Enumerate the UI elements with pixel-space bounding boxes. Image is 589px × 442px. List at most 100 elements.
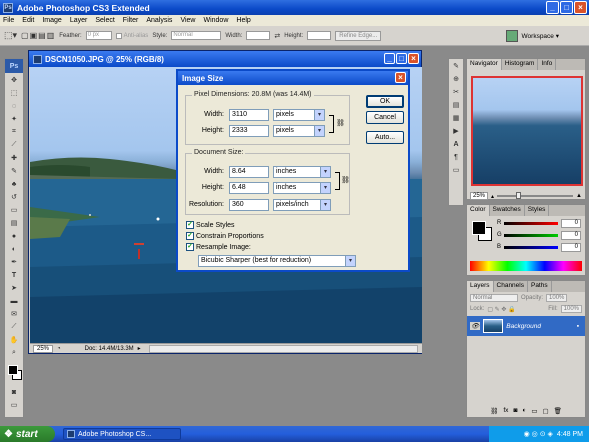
selection-mode-icons[interactable]: ▢▣▤▥	[21, 31, 55, 40]
px-height-input[interactable]: 2333	[229, 125, 269, 137]
menu-layer[interactable]: Layer	[70, 17, 88, 24]
tab-info[interactable]: Info	[538, 59, 557, 70]
constrain-proportions-checkbox[interactable]: ✓ Constrain Proportions	[186, 232, 264, 240]
tab-layers[interactable]: Layers	[467, 281, 494, 292]
status-info-icon[interactable]: ◔	[57, 346, 61, 352]
fill-value[interactable]: 100%	[560, 305, 582, 313]
taskbar-photoshop-item[interactable]: Adobe Photoshop CS...	[63, 428, 181, 440]
feather-input[interactable]: 0 px	[85, 31, 112, 40]
ok-button[interactable]: OK	[366, 95, 404, 108]
menu-file[interactable]: File	[3, 17, 14, 24]
brush-tool-icon[interactable]: ✎	[7, 165, 21, 177]
px-width-input[interactable]: 3110	[229, 109, 269, 121]
marquee-tool-icon[interactable]: ⬚▾	[4, 30, 17, 41]
healing-brush-icon[interactable]: ✚	[7, 152, 21, 164]
resolution-unit-select[interactable]: pixels/inch ▾	[273, 199, 331, 211]
notes-tool-icon[interactable]: ✉	[7, 308, 21, 320]
shape-tool-icon[interactable]: ▬	[7, 295, 21, 307]
tab-histogram[interactable]: Histogram	[502, 59, 539, 70]
px-height-unit-select[interactable]: pixels ▾	[273, 125, 325, 137]
doc-width-unit-select[interactable]: inches ▾	[273, 166, 331, 178]
type-tool-icon[interactable]: T	[7, 269, 21, 281]
new-group-icon[interactable]: ▭	[531, 407, 537, 415]
eraser-tool-icon[interactable]: ▭	[7, 204, 21, 216]
crop-tool-icon[interactable]: ⌗	[7, 126, 21, 138]
auto-button[interactable]: Auto...	[366, 131, 404, 144]
doc-height-unit-select[interactable]: inches ▾	[273, 182, 331, 194]
doc-close-button[interactable]: ×	[408, 53, 419, 64]
actions-panel-icon[interactable]: ▶	[449, 125, 463, 137]
menu-edit[interactable]: Edit	[22, 17, 34, 24]
pen-tool-icon[interactable]: ✒	[7, 256, 21, 268]
stamp-tool-icon[interactable]: ♣	[7, 178, 21, 190]
g-slider[interactable]	[504, 234, 558, 237]
trash-icon[interactable]: 🗑	[554, 407, 562, 415]
color-swatches[interactable]	[5, 363, 23, 385]
r-value[interactable]: 0	[561, 219, 581, 228]
status-arrow-icon[interactable]: ▸	[138, 345, 141, 352]
menu-analysis[interactable]: Analysis	[146, 17, 172, 24]
measurement-icon[interactable]: ▭	[449, 164, 463, 176]
antialias-checkbox[interactable]: Anti-alias	[115, 32, 148, 39]
navigator-thumbnail[interactable]	[471, 76, 583, 186]
doc-maximize-button[interactable]: □	[396, 53, 407, 64]
foreground-color-swatch[interactable]	[8, 365, 18, 375]
screen-mode-icon[interactable]: ▭	[7, 399, 21, 411]
magic-wand-icon[interactable]: ✦	[7, 113, 21, 125]
doc-minimize-button[interactable]: _	[384, 53, 395, 64]
g-value[interactable]: 0	[561, 231, 581, 240]
cancel-button[interactable]: Cancel	[366, 111, 404, 124]
dodge-tool-icon[interactable]: ◐	[7, 243, 21, 255]
path-select-icon[interactable]: ➤	[7, 282, 21, 294]
new-layer-icon[interactable]: ▢	[542, 407, 548, 415]
slice-tool-icon[interactable]: ⟋	[7, 139, 21, 151]
menu-image[interactable]: Image	[42, 17, 61, 24]
menu-select[interactable]: Select	[95, 17, 114, 24]
tab-swatches[interactable]: Swatches	[490, 205, 525, 216]
tab-channels[interactable]: Channels	[494, 281, 528, 292]
b-slider[interactable]	[504, 246, 558, 249]
zoom-slider[interactable]	[497, 192, 574, 199]
character-panel-icon[interactable]: A	[449, 138, 463, 150]
move-tool-icon[interactable]: ✥	[7, 74, 21, 86]
quick-mask-icon[interactable]: ◙	[7, 386, 21, 398]
zoom-tool-icon[interactable]: ⌕	[7, 347, 21, 359]
style-select[interactable]: Normal	[171, 31, 222, 40]
menu-view[interactable]: View	[180, 17, 195, 24]
history-brush-icon[interactable]: ↺	[7, 191, 21, 203]
width-input[interactable]	[246, 31, 271, 40]
zoom-in-icon[interactable]: ▲	[576, 193, 582, 199]
tray-icons[interactable]: ◉ ◎ ⊙ ◈	[524, 430, 553, 438]
workspace-menu[interactable]: Workspace ▾	[522, 32, 559, 40]
layer-style-icon[interactable]: fx	[503, 407, 508, 415]
eyedropper-icon[interactable]: ⟋	[7, 321, 21, 333]
lock-icons[interactable]: ▢ ✎ ✥ 🔒	[487, 306, 515, 313]
layer-row-background[interactable]: 👁 Background ▪	[467, 316, 585, 336]
b-value[interactable]: 0	[561, 243, 581, 252]
horizontal-scrollbar[interactable]	[148, 344, 418, 353]
doc-width-input[interactable]: 8.64	[229, 166, 269, 178]
history-panel-icon[interactable]: ▦	[449, 112, 463, 124]
link-layers-icon[interactable]: ⛓	[490, 407, 498, 415]
resample-image-checkbox[interactable]: ✓ Resample Image:	[186, 243, 251, 251]
zoom-out-icon[interactable]: ▴	[491, 193, 494, 200]
marquee-tool-icon[interactable]: ⬚	[7, 87, 21, 99]
tab-color[interactable]: Color	[467, 205, 490, 216]
resolution-input[interactable]: 360	[229, 199, 269, 211]
layer-mask-icon[interactable]: ◙	[513, 407, 517, 415]
hand-tool-icon[interactable]: ✋	[7, 334, 21, 346]
brushes-panel-icon[interactable]: ✎	[449, 60, 463, 72]
menu-filter[interactable]: Filter	[123, 17, 139, 24]
px-width-unit-select[interactable]: pixels ▾	[273, 109, 325, 121]
bridge-icon[interactable]	[505, 29, 518, 42]
menu-window[interactable]: Window	[203, 17, 228, 24]
lasso-tool-icon[interactable]: ◌	[7, 100, 21, 112]
menu-help[interactable]: Help	[236, 17, 250, 24]
zoom-level[interactable]: 25%	[33, 344, 54, 353]
gradient-tool-icon[interactable]: ▤	[7, 217, 21, 229]
color-ramp[interactable]	[470, 261, 582, 271]
clone-source-icon[interactable]: ⊕	[449, 73, 463, 85]
eye-visibility-icon[interactable]: 👁	[470, 322, 481, 330]
opacity-value[interactable]: 100%	[546, 294, 568, 302]
blend-mode-select[interactable]: Normal	[470, 294, 518, 302]
